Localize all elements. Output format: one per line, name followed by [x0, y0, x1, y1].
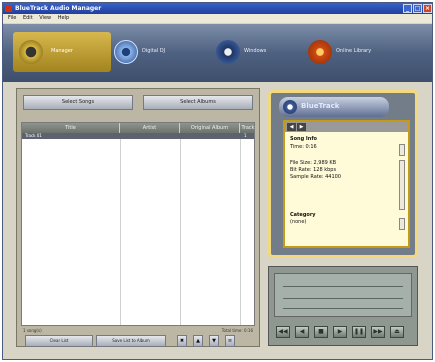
- song-time: Time: 0:16: [290, 144, 317, 150]
- menu-view[interactable]: View: [39, 15, 51, 21]
- disc-icon: [19, 40, 43, 64]
- table-row[interactable]: Track 01 1: [22, 133, 254, 139]
- move-down-icon: ▼: [212, 338, 216, 344]
- total-time: Total time: 0:16: [221, 328, 253, 333]
- nav-item-windows[interactable]: Windows: [216, 32, 300, 72]
- move-up-icon: ▲: [196, 338, 200, 344]
- column-header-album[interactable]: Original Album: [180, 123, 240, 133]
- nav-item-digital-dj[interactable]: Digital DJ: [114, 32, 209, 72]
- player-display: [274, 273, 412, 317]
- delete-button[interactable]: ✖: [177, 335, 187, 347]
- stop-button[interactable]: ■: [314, 326, 328, 338]
- info-tabs: ◀ ▶: [285, 122, 408, 132]
- player-panel: ◀◀ ◀ ■ ▶ ❚❚ ▶▶ ⏏: [268, 266, 418, 346]
- details-scrollbar[interactable]: [399, 160, 405, 210]
- song-info-box: ◀ ▶ Song Info Time: 0:16 File Size: 2,98…: [283, 120, 410, 248]
- save-list-button[interactable]: Save List to Album: [96, 335, 166, 347]
- info-tab-prev[interactable]: ◀: [287, 123, 296, 131]
- table-header: Title Artist Original Album Track: [22, 123, 256, 133]
- cd-burn-icon: [308, 40, 332, 64]
- song-info-heading: Song Info: [290, 136, 317, 142]
- nav-item-manager[interactable]: Manager: [13, 32, 111, 72]
- bit-rate: Bit Rate: 128 kbps: [290, 167, 337, 173]
- nav-label: Online Library: [336, 48, 372, 54]
- column-header-track[interactable]: Track: [240, 123, 256, 133]
- info-tab-next[interactable]: ▶: [297, 123, 306, 131]
- menu-help[interactable]: Help: [58, 15, 69, 21]
- cell-title: Track 01: [25, 133, 42, 138]
- category-dropdown[interactable]: [399, 218, 405, 230]
- select-albums-button[interactable]: Select Albums: [143, 95, 253, 110]
- rewind-button[interactable]: ◀◀: [276, 326, 290, 338]
- sample-rate: Sample Rate: 44100: [290, 174, 341, 180]
- volume-track[interactable]: [283, 298, 403, 299]
- file-size: File Size: 2,989 KB: [290, 160, 337, 166]
- column-divider: [240, 139, 241, 325]
- menu-edit[interactable]: Edit: [23, 15, 33, 21]
- select-songs-button[interactable]: Select Songs: [23, 95, 133, 110]
- play-button[interactable]: ▶: [333, 326, 347, 338]
- app-icon: [5, 5, 12, 12]
- menu-bar: File Edit View Help: [3, 14, 432, 23]
- nav-label: Digital DJ: [142, 48, 166, 54]
- column-divider: [180, 139, 181, 325]
- maximize-button[interactable]: □: [413, 4, 422, 13]
- minimize-button[interactable]: _: [403, 4, 412, 13]
- window-title: BlueTrack Audio Manager: [15, 5, 102, 12]
- column-header-title[interactable]: Title: [22, 123, 120, 133]
- nav-label: Windows: [244, 48, 267, 54]
- eject-button[interactable]: ⏏: [390, 326, 404, 338]
- delete-icon: ✖: [179, 338, 185, 344]
- properties-button[interactable]: ≡: [225, 335, 235, 347]
- close-button[interactable]: ×: [423, 4, 432, 13]
- move-up-button[interactable]: ▲: [193, 335, 203, 347]
- progress-track[interactable]: [283, 286, 403, 287]
- library-panel: Select Songs Select Albums Title Artist …: [16, 88, 260, 347]
- clear-list-button[interactable]: Clear List: [25, 335, 93, 347]
- globe-icon: [216, 40, 240, 64]
- song-count: 1 song(s): [23, 328, 42, 333]
- song-table[interactable]: Title Artist Original Album Track Track …: [21, 122, 255, 326]
- properties-icon: ≡: [227, 338, 233, 344]
- category-value: (none): [290, 219, 307, 225]
- nav-label: Manager: [51, 48, 73, 54]
- nav-bar: Manager Digital DJ Windows Online Librar…: [3, 24, 432, 82]
- fast-forward-button[interactable]: ▶▶: [371, 326, 385, 338]
- pause-button[interactable]: ❚❚: [352, 326, 366, 338]
- app-window: BlueTrack Audio Manager _ □ × File Edit …: [2, 2, 433, 360]
- menu-file[interactable]: File: [8, 15, 16, 21]
- brand-logo: BlueTrack: [279, 97, 389, 117]
- move-down-button[interactable]: ▼: [209, 335, 219, 347]
- column-header-artist[interactable]: Artist: [120, 123, 180, 133]
- category-label: Category: [290, 212, 316, 218]
- eye-disc-icon: [114, 40, 138, 64]
- info-scrollbar[interactable]: [399, 144, 405, 156]
- balance-track[interactable]: [283, 308, 403, 309]
- title-bar: BlueTrack Audio Manager _ □ ×: [3, 3, 432, 14]
- column-divider: [120, 139, 121, 325]
- logo-text: BlueTrack: [301, 102, 340, 110]
- library-status-bar: 1 song(s) Total time: 0:16: [21, 327, 255, 334]
- logo-disc-icon: [283, 100, 297, 114]
- info-panel: BlueTrack ◀ ▶ Song Info Time: 0:16 File …: [268, 90, 418, 258]
- previous-button[interactable]: ◀: [295, 326, 309, 338]
- nav-item-online-library[interactable]: Online Library: [308, 32, 406, 72]
- cell-track: 1: [244, 133, 247, 138]
